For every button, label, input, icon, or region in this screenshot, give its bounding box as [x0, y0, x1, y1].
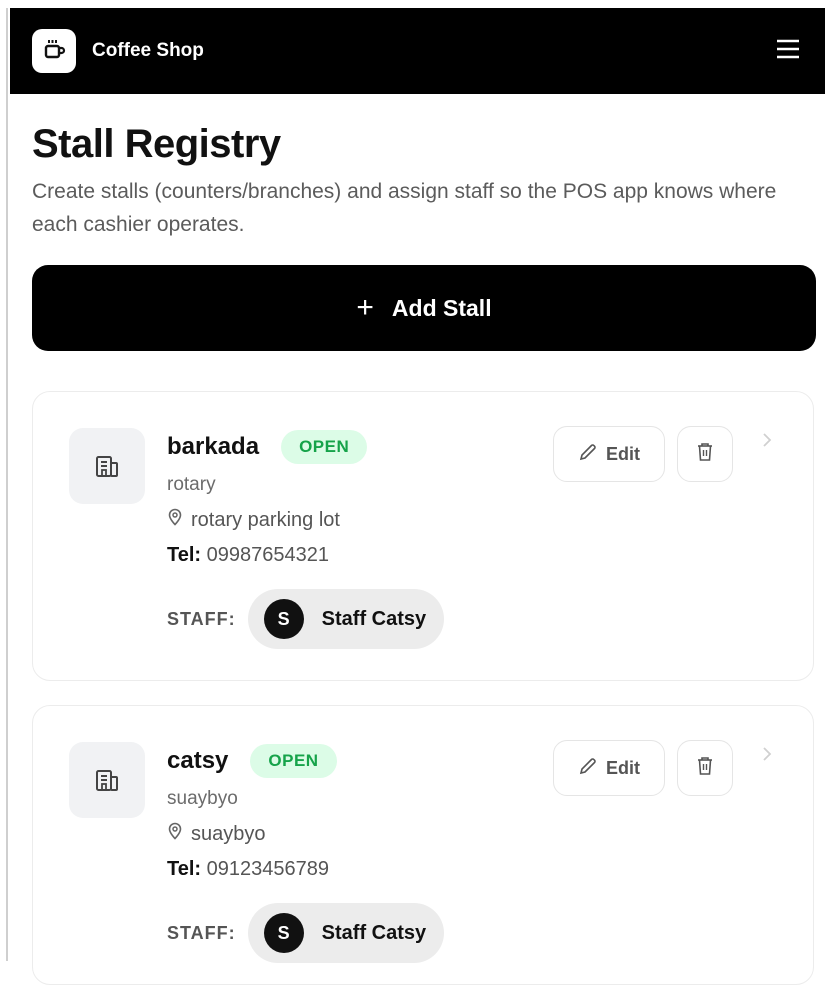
- trash-icon: [695, 755, 715, 782]
- chevron-right-icon[interactable]: [761, 746, 773, 767]
- add-stall-label: Add Stall: [391, 294, 492, 321]
- menu-button[interactable]: [773, 36, 803, 66]
- staff-name: Staff Catsy: [321, 607, 427, 630]
- stall-tel: Tel: 09987654321: [167, 544, 444, 567]
- app-logo[interactable]: [32, 29, 76, 73]
- page-title: Stall Registry: [32, 122, 281, 166]
- status-badge: OPEN: [281, 430, 368, 464]
- edit-button[interactable]: Edit: [553, 426, 665, 482]
- location-text: rotary parking lot: [191, 508, 340, 531]
- staff-chip[interactable]: S Staff Catsy: [247, 903, 445, 963]
- staff-row: STAFF: S Staff Catsy: [167, 903, 445, 963]
- location-pin-icon: [167, 822, 191, 846]
- tel-label: Tel:: [167, 544, 202, 566]
- stall-card[interactable]: catsy OPEN suaybyo suaybyo Tel: 09123456…: [32, 705, 814, 985]
- chevron-right-icon[interactable]: [761, 432, 773, 453]
- main-content: Stall Registry Create stalls (counters/b…: [32, 94, 816, 351]
- stall-building-icon: [69, 742, 145, 818]
- staff-name: Staff Catsy: [321, 921, 427, 944]
- status-badge: OPEN: [250, 744, 337, 778]
- stall-subtitle: suaybyo: [167, 788, 238, 809]
- stall-tel: Tel: 09123456789: [167, 858, 444, 881]
- stall-actions: Edit: [553, 426, 733, 482]
- plus-icon: +: [356, 291, 374, 324]
- edit-label: Edit: [606, 757, 640, 778]
- stall-info: catsy OPEN suaybyo suaybyo Tel: 09123456…: [167, 744, 445, 963]
- staff-label: STAFF:: [167, 922, 236, 943]
- tel-label: Tel:: [167, 858, 202, 880]
- app-title: Coffee Shop: [92, 40, 204, 61]
- tel-value: 09987654321: [206, 544, 329, 566]
- tel-value: 09123456789: [206, 858, 329, 880]
- stall-building-icon: [69, 428, 145, 504]
- avatar: S: [263, 913, 304, 953]
- stall-name: barkada: [167, 433, 260, 460]
- delete-button[interactable]: [677, 740, 733, 796]
- stall-card[interactable]: barkada OPEN rotary rotary parking lot T…: [32, 391, 814, 681]
- staff-label: STAFF:: [167, 608, 236, 629]
- stall-name: catsy: [167, 747, 229, 774]
- add-stall-button[interactable]: + Add Stall: [32, 265, 816, 351]
- staff-chip[interactable]: S Staff Catsy: [247, 589, 445, 649]
- location-text: suaybyo: [191, 822, 266, 845]
- stall-info: barkada OPEN rotary rotary parking lot T…: [167, 430, 445, 649]
- avatar: S: [263, 599, 304, 639]
- pencil-icon: [578, 756, 606, 781]
- pencil-icon: [578, 442, 606, 467]
- top-bar: Coffee Shop: [10, 8, 825, 94]
- staff-row: STAFF: S Staff Catsy: [167, 589, 445, 649]
- stall-actions: Edit: [553, 740, 733, 796]
- edit-button[interactable]: Edit: [553, 740, 665, 796]
- delete-button[interactable]: [677, 426, 733, 482]
- coffee-cup-icon: [41, 36, 67, 67]
- location-pin-icon: [167, 508, 191, 532]
- page-description: Create stalls (counters/branches) and as…: [32, 180, 777, 236]
- trash-icon: [695, 441, 715, 468]
- window-edge: [0, 8, 8, 961]
- stall-subtitle: rotary: [167, 474, 216, 495]
- stall-location: suaybyo: [167, 822, 444, 846]
- edit-label: Edit: [606, 443, 640, 464]
- hamburger-icon: [775, 38, 801, 65]
- stall-location: rotary parking lot: [167, 508, 444, 532]
